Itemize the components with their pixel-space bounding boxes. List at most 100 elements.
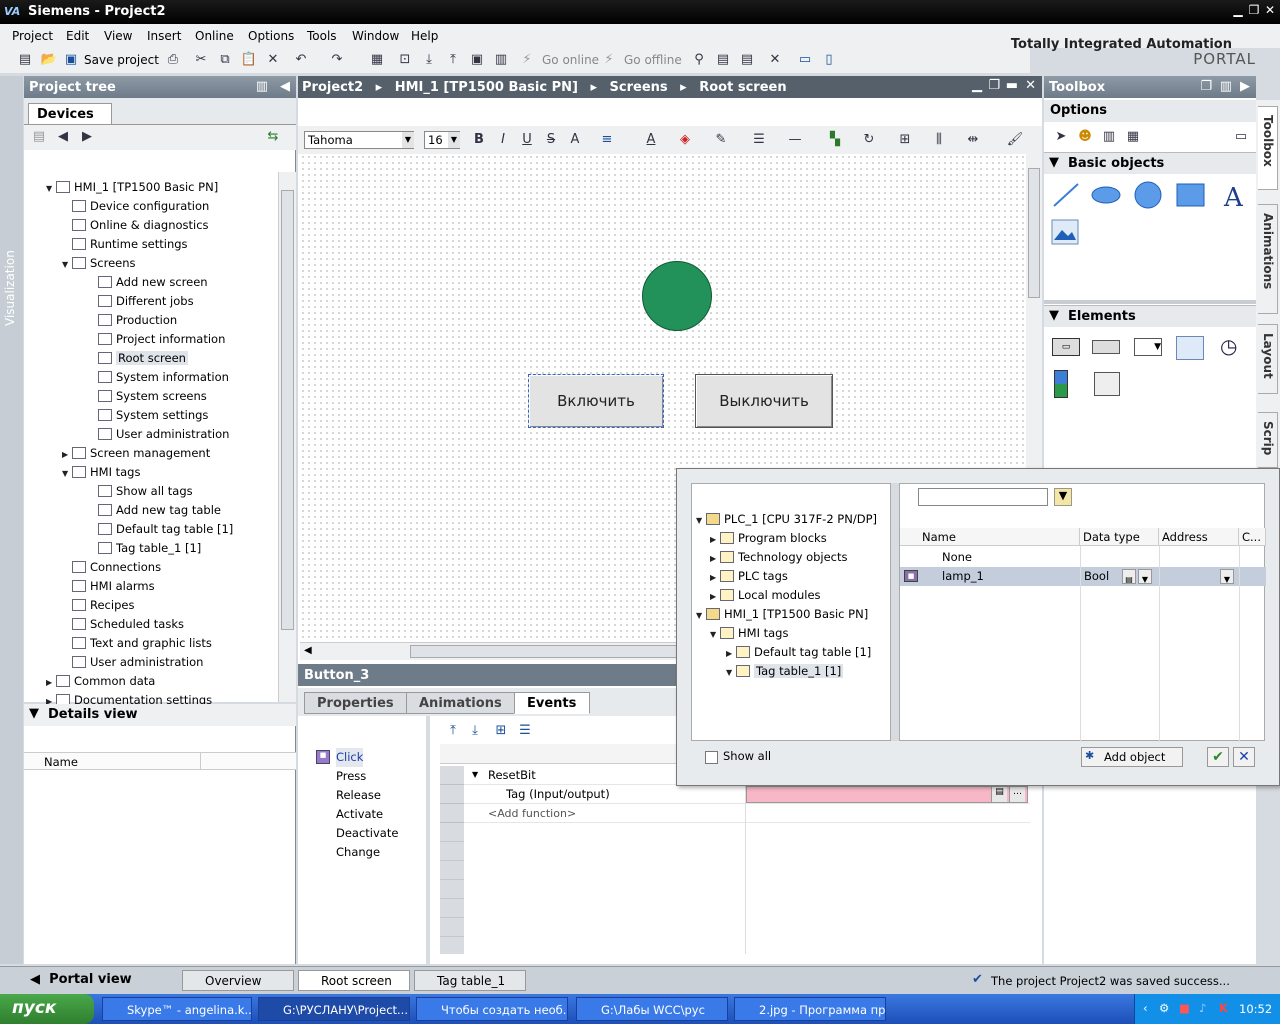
symbolic-io-icon[interactable]: ▼ xyxy=(1134,338,1162,356)
back-icon[interactable]: ◀ xyxy=(54,128,72,146)
download-icon[interactable]: ⊡ xyxy=(396,51,414,69)
collapsed-arrow-icon[interactable]: ▶ xyxy=(710,568,720,587)
go-online-icon[interactable]: ⚡ xyxy=(518,51,536,69)
toolbox-collapse-icon[interactable]: ▶ xyxy=(1240,79,1250,94)
cancel-button[interactable]: ✕ xyxy=(1233,747,1255,767)
expanded-arrow-icon[interactable]: ▼ xyxy=(62,255,72,274)
tag-table-tab[interactable]: Tag table_1 xyxy=(414,970,526,991)
tray-volume-icon[interactable]: ♪ xyxy=(1199,1001,1206,1015)
compile-icon[interactable]: ▦ xyxy=(368,51,386,69)
io-field-icon[interactable]: ▭ xyxy=(1052,338,1080,356)
menu-view[interactable]: View xyxy=(104,29,132,43)
editor-float-icon[interactable]: ❐ xyxy=(988,78,1000,93)
type-list-icon[interactable]: ▤ xyxy=(1122,569,1136,584)
graphic-view-tool-icon[interactable] xyxy=(1051,219,1079,245)
editor-maximize-icon[interactable]: ▬ xyxy=(1006,78,1018,93)
col-c[interactable]: C... xyxy=(1239,528,1266,546)
print-icon[interactable]: ⎙ xyxy=(164,51,182,69)
hmi-button-off[interactable]: Выключить xyxy=(695,374,833,428)
line-width-icon[interactable]: — xyxy=(786,131,804,149)
chevron-down-icon[interactable]: ▼ xyxy=(1138,569,1152,584)
popup-tree-node[interactable]: ▼ HMI_1 [TP1500 Basic PN] xyxy=(696,605,868,624)
tree-node[interactable]: Device configuration xyxy=(62,197,209,216)
close-icon[interactable]: ✕ xyxy=(1262,3,1278,19)
editor-minimize-icon[interactable]: ▁ xyxy=(972,78,982,93)
expanded-arrow-icon[interactable]: ▼ xyxy=(696,511,706,530)
font-grow-icon[interactable]: A xyxy=(566,131,584,149)
upload-device-icon[interactable]: ⤒ xyxy=(444,51,462,69)
tab-events[interactable]: Events xyxy=(514,692,590,714)
menu-tools[interactable]: Tools xyxy=(307,29,337,43)
start-cpu-icon[interactable]: ▤ xyxy=(714,51,732,69)
tray-network-icon[interactable]: ⚙ xyxy=(1159,1001,1169,1015)
crumb-screens[interactable]: Screens xyxy=(610,80,668,95)
pointer-icon[interactable]: ➤ xyxy=(1052,128,1070,146)
event-item[interactable]: Activate xyxy=(336,805,383,824)
font-family-select[interactable]: Tahoma xyxy=(304,131,414,149)
tray-antivirus-icon[interactable]: ■ xyxy=(1179,1001,1190,1015)
delete-icon[interactable]: ✕ xyxy=(264,51,282,69)
tree-node[interactable]: ▶ Common data xyxy=(46,672,155,691)
chevron-down-icon[interactable]: ▼ xyxy=(448,132,460,148)
tab-animations[interactable]: Animations xyxy=(406,692,515,714)
menu-window[interactable]: Window xyxy=(352,29,399,43)
user-icon[interactable]: ☻ xyxy=(1076,128,1094,146)
stop-cpu-icon[interactable]: ▤ xyxy=(738,51,756,69)
scroll-left-icon[interactable]: ◀ xyxy=(304,645,312,656)
line-style-icon[interactable]: ☰ xyxy=(750,131,768,149)
panel-view-icon[interactable]: ▭ xyxy=(1232,128,1250,146)
taskbar-folder[interactable]: G:\Лабы WCC\рус xyxy=(576,997,728,1021)
save-icon[interactable]: ▣ xyxy=(62,51,80,69)
underline-icon[interactable]: U xyxy=(518,131,536,149)
paste-icon[interactable]: 📋 xyxy=(240,51,258,69)
tree-node[interactable]: Add new screen xyxy=(88,273,208,292)
expanded-arrow-icon[interactable]: ▼ xyxy=(46,179,56,198)
bold-icon[interactable]: B xyxy=(470,131,488,149)
menu-online[interactable]: Online xyxy=(195,29,234,43)
tab-properties[interactable]: Properties xyxy=(304,692,407,714)
align-objects-icon[interactable]: ⊞ xyxy=(896,131,914,149)
graphic-io-icon[interactable] xyxy=(1176,336,1204,360)
details-view-header[interactable]: ▼ Details view xyxy=(24,704,296,726)
taskbar-image-viewer[interactable]: 2.jpg - Программа пр... xyxy=(734,997,886,1021)
tree-node[interactable]: Add new tag table xyxy=(88,501,221,520)
size-icon[interactable]: ⇹ xyxy=(964,131,982,149)
col-data-type[interactable]: Data type xyxy=(1080,528,1159,546)
root-screen-tab[interactable]: Root screen xyxy=(298,970,410,991)
menu-insert[interactable]: Insert xyxy=(147,29,181,43)
tree-scroll-thumb[interactable] xyxy=(281,190,294,630)
go-online-button[interactable]: Go online xyxy=(542,53,599,67)
event-item[interactable]: Release xyxy=(336,786,381,805)
fill-color-icon[interactable]: ◈ xyxy=(676,131,694,149)
tag-row-none[interactable]: None xyxy=(900,548,1266,567)
text-tool-icon[interactable]: A xyxy=(1223,183,1244,213)
tree-node[interactable]: ▶ Screen management xyxy=(62,444,210,463)
toolbox-float-icon[interactable]: ❐ xyxy=(1200,79,1212,94)
taskbar-document[interactable]: Чтобы создать необ... xyxy=(416,997,568,1021)
add-function[interactable]: <Add function> xyxy=(488,804,576,823)
add-object-button[interactable]: Add object xyxy=(1081,747,1183,767)
crumb-root-screen[interactable]: Root screen xyxy=(699,80,786,95)
scripts-side-tab[interactable]: Scrip xyxy=(1258,412,1278,468)
tree-node[interactable]: Production xyxy=(88,311,177,330)
col-address[interactable]: Address xyxy=(1159,528,1239,546)
collapse-all-icon[interactable]: ☰ xyxy=(516,722,534,740)
tree-node[interactable]: HMI alarms xyxy=(62,577,155,596)
taskbar-tia-portal[interactable]: G:\РУСЛАНУ\Project... xyxy=(258,997,410,1021)
forward-icon[interactable]: ▶ xyxy=(78,128,96,146)
expand-all-icon[interactable]: ⊞ xyxy=(492,722,510,740)
tab-devices[interactable]: Devices xyxy=(28,103,112,125)
portal-view-button[interactable]: ◀ Portal view xyxy=(30,972,132,987)
tree-node[interactable]: System settings xyxy=(88,406,208,425)
pin-icon[interactable]: ▥ xyxy=(256,79,268,94)
tree-node[interactable]: Default tag table [1] xyxy=(88,520,233,539)
simulate-icon[interactable]: ▣ xyxy=(468,51,486,69)
toolbox-side-tab[interactable]: Toolbox xyxy=(1258,106,1278,190)
tree-node[interactable]: Different jobs xyxy=(88,292,194,311)
menu-edit[interactable]: Edit xyxy=(66,29,89,43)
overview-tab[interactable]: Overview xyxy=(182,970,294,991)
start-runtime-icon[interactable]: ▥ xyxy=(492,51,510,69)
filter-icon[interactable]: ▼ xyxy=(1054,488,1072,506)
popup-tree-node[interactable]: ▶ Program blocks xyxy=(710,529,827,548)
elements-header[interactable]: ▼ Elements xyxy=(1044,305,1256,327)
